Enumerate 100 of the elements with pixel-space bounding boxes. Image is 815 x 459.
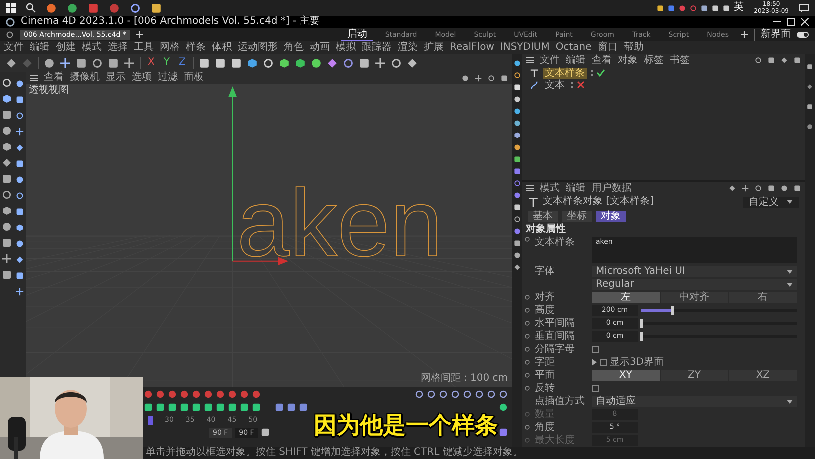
ring-icon[interactable] — [6, 30, 14, 38]
animation-dot-icon[interactable] — [524, 425, 530, 430]
diamond-icon[interactable] — [781, 57, 788, 64]
checkbox[interactable] — [600, 359, 607, 366]
menu-item[interactable]: 动画 — [310, 42, 330, 54]
slider-thumb[interactable] — [640, 332, 643, 341]
menu-item[interactable]: 过滤 — [158, 72, 178, 84]
animation-dot-icon[interactable] — [524, 321, 530, 326]
square-icon[interactable] — [768, 57, 775, 64]
menu-item[interactable]: 模式 — [82, 42, 102, 54]
menu-item[interactable]: 文件 — [4, 42, 24, 54]
menu-item[interactable]: 样条 — [186, 42, 206, 54]
segment-button[interactable]: ZY — [660, 370, 728, 381]
circle-icon[interactable] — [514, 252, 520, 259]
menu-item[interactable]: 对象 — [618, 54, 638, 66]
circle-icon[interactable] — [514, 60, 520, 67]
menu-item[interactable]: 用户数据 — [592, 182, 632, 194]
menu-item[interactable]: 角色 — [284, 42, 304, 54]
square-icon[interactable] — [16, 96, 24, 104]
square-icon[interactable] — [358, 58, 370, 68]
square-icon[interactable] — [108, 58, 119, 68]
ring-icon[interactable] — [488, 74, 495, 82]
menu-item[interactable]: Octane — [556, 42, 592, 54]
ring-icon[interactable] — [342, 58, 354, 68]
search-icon[interactable] — [26, 3, 36, 13]
circle-icon[interactable] — [514, 228, 520, 235]
ring-icon[interactable] — [92, 58, 103, 68]
menu-item[interactable]: 网格 — [160, 42, 180, 54]
cube-icon[interactable] — [278, 58, 290, 68]
menu-item[interactable]: 选择 — [108, 42, 128, 54]
circle-icon[interactable] — [46, 2, 57, 14]
ring-icon[interactable] — [16, 112, 24, 120]
animation-dot-icon[interactable] — [524, 334, 530, 339]
square-icon[interactable] — [168, 403, 177, 412]
diamond-icon[interactable] — [729, 185, 736, 192]
menu-item[interactable]: INSYDIUM — [500, 42, 550, 54]
toggle-switch[interactable] — [797, 32, 809, 38]
menu-item[interactable]: 文件 — [540, 54, 560, 66]
square-icon[interactable] — [723, 4, 730, 12]
square-icon[interactable] — [2, 238, 12, 248]
square-icon[interactable] — [514, 204, 520, 211]
diamond-icon[interactable] — [16, 256, 24, 264]
ring-icon[interactable] — [514, 180, 520, 187]
square-icon[interactable] — [514, 240, 520, 247]
menu-item[interactable]: 创建 — [56, 42, 76, 54]
axis-button[interactable]: X — [146, 57, 157, 69]
ring-icon[interactable] — [262, 58, 274, 68]
square-icon[interactable] — [794, 57, 801, 64]
windows-start-icon[interactable] — [6, 3, 16, 13]
square-icon[interactable] — [180, 403, 189, 412]
menu-item[interactable]: 窗口 — [598, 42, 618, 54]
diamond-icon[interactable] — [326, 58, 338, 68]
square-icon[interactable] — [701, 4, 708, 12]
square-icon[interactable] — [240, 403, 249, 412]
cross-icon[interactable] — [577, 81, 585, 89]
ring-icon[interactable] — [690, 4, 698, 12]
diamond-icon[interactable] — [514, 264, 520, 271]
move-icon[interactable] — [16, 288, 24, 296]
menu-item[interactable]: 跟踪器 — [362, 42, 392, 54]
square-icon[interactable] — [76, 58, 87, 68]
ring-icon[interactable] — [514, 72, 520, 79]
animation-dot-icon[interactable] — [524, 412, 530, 417]
cube-icon[interactable] — [2, 94, 12, 104]
square-icon[interactable] — [230, 58, 242, 68]
menu-item[interactable]: 摄像机 — [70, 72, 100, 84]
circle-icon[interactable] — [514, 108, 520, 115]
segment-button[interactable]: 右 — [729, 292, 798, 303]
menu-item[interactable]: 编辑 — [566, 182, 586, 194]
diamond-icon[interactable] — [6, 58, 17, 68]
menu-icon[interactable] — [526, 185, 534, 192]
axis-button[interactable]: Y — [162, 57, 172, 69]
circle-icon[interactable] — [514, 120, 520, 127]
square-icon[interactable] — [204, 403, 213, 412]
text-spline-object[interactable]: aken — [236, 171, 444, 278]
animation-dot-icon[interactable] — [524, 438, 530, 443]
circle-icon[interactable] — [807, 124, 813, 130]
segment-button[interactable]: 中对齐 — [660, 292, 728, 303]
menu-item[interactable]: 书签 — [670, 54, 690, 66]
circle-icon[interactable] — [514, 144, 520, 151]
ring-icon[interactable] — [755, 57, 762, 64]
dropdown[interactable]: 自动适应 — [592, 396, 797, 407]
expand-caret-icon[interactable] — [592, 359, 597, 366]
square-icon[interactable] — [657, 4, 664, 12]
menu-item[interactable]: 体积 — [212, 42, 232, 54]
segment-button[interactable]: XZ — [729, 370, 798, 381]
square-icon[interactable] — [794, 185, 801, 192]
square-icon[interactable] — [198, 58, 210, 68]
menu-icon[interactable] — [526, 57, 534, 64]
move-icon[interactable] — [60, 58, 71, 68]
menu-item[interactable]: 运动图形 — [238, 42, 278, 54]
segment-button[interactable]: 左 — [592, 292, 660, 303]
cube-icon[interactable] — [294, 58, 306, 68]
move-icon[interactable] — [16, 128, 24, 136]
square-icon[interactable] — [16, 272, 24, 280]
menu-item[interactable]: 扩展 — [424, 42, 444, 54]
square-icon[interactable] — [151, 2, 162, 14]
object-name[interactable]: 文本样条 — [543, 68, 587, 78]
object-name[interactable]: 文本 — [543, 80, 567, 90]
move-icon[interactable] — [374, 58, 386, 68]
move-icon[interactable] — [124, 58, 135, 68]
